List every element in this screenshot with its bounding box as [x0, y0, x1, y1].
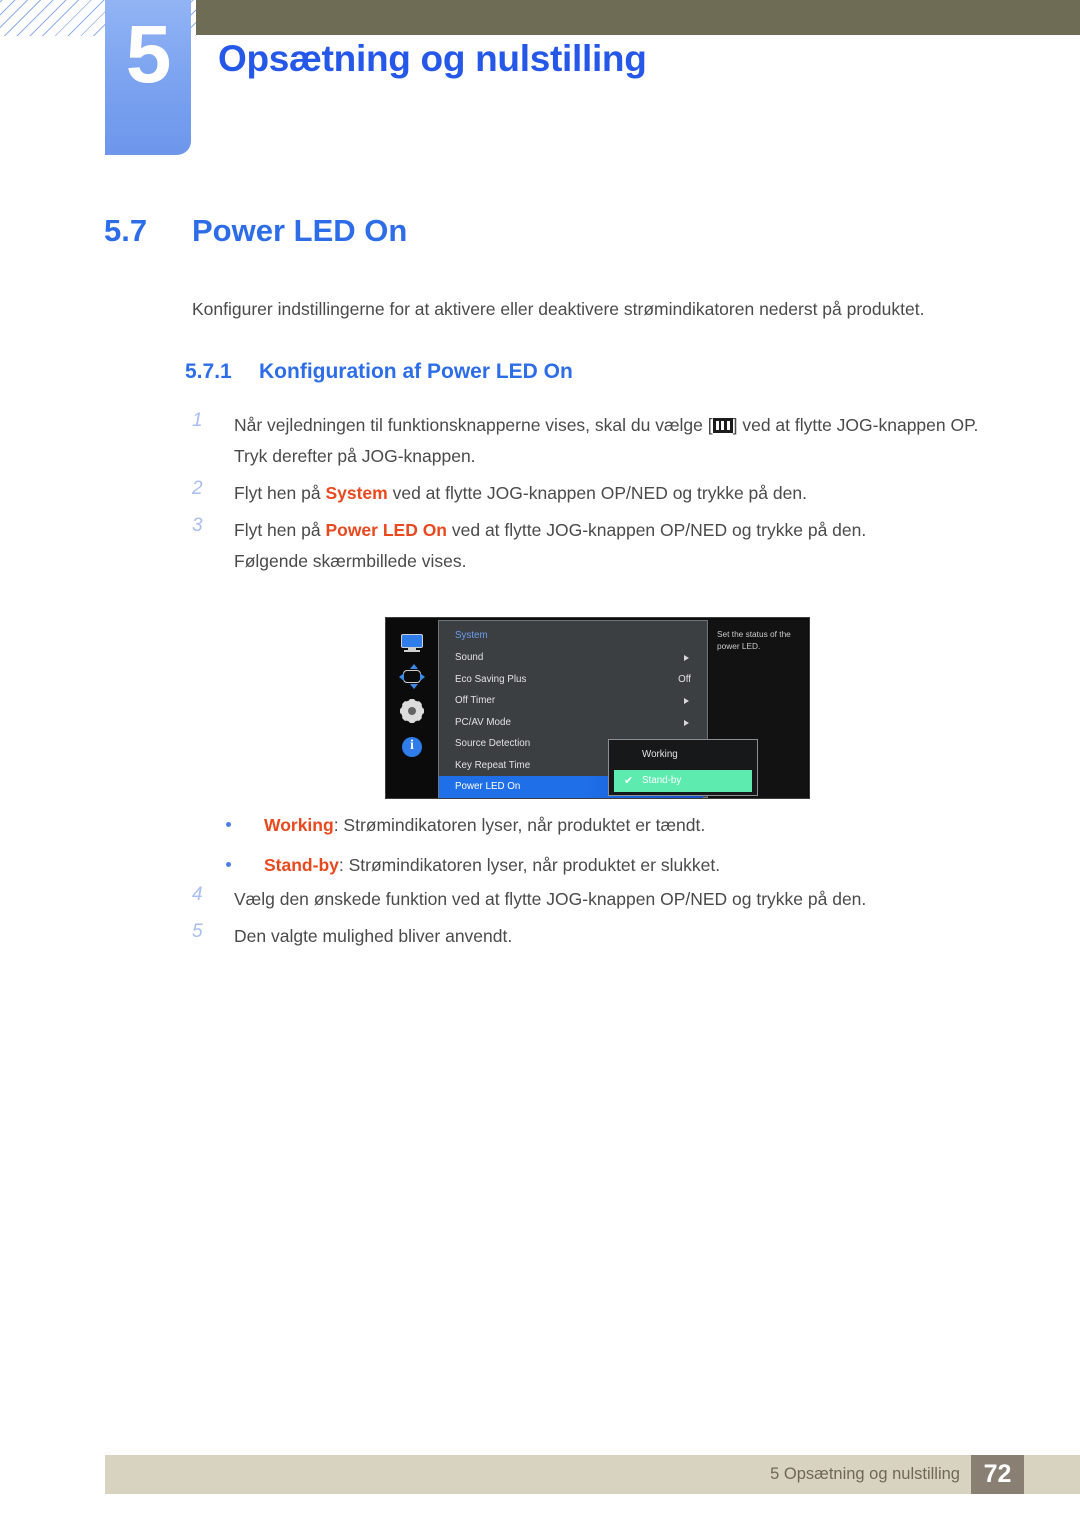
- chapter-number-badge: 5: [105, 0, 191, 155]
- section-intro-text: Konfigurer indstillingerne for at aktive…: [192, 299, 925, 319]
- footer-chapter-label: 5 Opsætning og nulstilling: [770, 1465, 960, 1483]
- section-number: 5.7: [104, 213, 148, 248]
- step-item: 2 Flyt hen på System ved at flytte JOG-k…: [192, 478, 992, 509]
- step-item: 3 Flyt hen på Power LED On ved at flytte…: [192, 515, 992, 577]
- osd-menu-item-pc-av-mode[interactable]: PC/AV Mode: [439, 712, 707, 734]
- step-text-after: ved at flytte JOG-knappen OP/NED og tryk…: [387, 483, 807, 503]
- step-continuation: Tryk derefter på JOG-knappen.: [234, 446, 476, 466]
- osd-item-value: Off: [678, 673, 691, 685]
- bullet-keyword: Stand-by: [264, 855, 339, 875]
- osd-menu-item-off-timer[interactable]: Off Timer: [439, 690, 707, 712]
- step-text-after: ved at flytte JOG-knappen OP/NED og tryk…: [447, 520, 867, 540]
- info-icon[interactable]: i: [399, 734, 425, 760]
- step-marker: 1: [192, 410, 203, 431]
- step-text: Flyt hen på Power LED On ved at flytte J…: [234, 520, 866, 540]
- steps-list-top: 1 Når vejledningen til funktionsknappern…: [192, 410, 992, 583]
- steps-list-bottom: 4 Vælg den ønskede funktion ved at flytt…: [192, 884, 992, 958]
- osd-menu-title: System: [455, 630, 488, 641]
- step-marker: 4: [192, 884, 203, 905]
- osd-item-label: PC/AV Mode: [455, 716, 511, 728]
- subsection-title: 5.7.1 Konfiguration af Power LED On: [185, 360, 573, 384]
- chevron-right-icon: [684, 655, 689, 661]
- gear-icon[interactable]: [399, 698, 425, 724]
- step-item: 5 Den valgte mulighed bliver anvendt.: [192, 921, 992, 952]
- step-text: Når vejledningen til funktionsknapperne …: [234, 415, 978, 435]
- step-marker: 5: [192, 921, 203, 942]
- chevron-right-icon: [684, 719, 689, 726]
- step-text-after: ] ved at flytte JOG-knappen OP.: [732, 415, 979, 435]
- step-text-before: Flyt hen på: [234, 520, 326, 540]
- resize-arrows-icon[interactable]: [399, 664, 425, 690]
- bullet-keyword: Working: [264, 815, 334, 835]
- chapter-header: 5 Opsætning og nulstilling: [0, 0, 1080, 160]
- step-text-before: Når vejledningen til funktionsknapperne …: [234, 415, 713, 435]
- page-title: 5.7 Power LED On: [104, 213, 407, 249]
- section-title: Power LED On: [192, 213, 408, 248]
- subsection-label: Konfiguration af Power LED On: [259, 360, 573, 383]
- list-item: Working: Strømindikatoren lyser, når pro…: [222, 812, 982, 838]
- step-text: Vælg den ønskede funktion ved at flytte …: [234, 889, 867, 909]
- step-keyword: Power LED On: [325, 520, 447, 540]
- osd-screenshot: i System Sound Eco Saving Plus Off Off T…: [385, 617, 810, 799]
- step-marker: 3: [192, 515, 203, 536]
- step-continuation: Følgende skærmbillede vises.: [234, 551, 467, 571]
- osd-menu-item-sound[interactable]: Sound: [439, 647, 707, 669]
- chapter-title: Opsætning og nulstilling: [218, 38, 647, 79]
- bullet-text: : Strømindikatoren lyser, når produktet …: [338, 855, 721, 875]
- bullet-dot-icon: [226, 822, 231, 827]
- osd-item-label: Sound: [455, 652, 484, 663]
- osd-submenu-power-led-on: Working ✔ Stand-by: [608, 739, 758, 796]
- osd-sidebar: i: [386, 618, 438, 798]
- step-marker: 2: [192, 478, 203, 499]
- step-item: 4 Vælg den ønskede funktion ved at flytt…: [192, 884, 992, 915]
- osd-item-label: Power LED On: [455, 781, 521, 792]
- list-item: Stand-by: Strømindikatoren lyser, når pr…: [222, 852, 982, 878]
- bullet-dot-icon: [226, 862, 231, 867]
- osd-item-label: Off Timer: [455, 695, 496, 706]
- step-text-before: Flyt hen på: [234, 483, 326, 503]
- osd-item-label: Eco Saving Plus: [455, 673, 527, 685]
- monitor-icon[interactable]: [399, 630, 425, 656]
- step-keyword: System: [325, 483, 388, 503]
- subsection-number: 5.7.1: [185, 360, 232, 383]
- page-footer: 5 Opsætning og nulstilling 72: [105, 1455, 1080, 1494]
- osd-submenu-label: Stand-by: [642, 775, 682, 786]
- olive-header-bar: [196, 0, 1080, 35]
- osd-submenu-option-stand-by[interactable]: ✔ Stand-by: [614, 770, 752, 792]
- bullet-text: : Strømindikatoren lyser, når produktet …: [333, 815, 706, 835]
- step-item: 1 Når vejledningen til funktionsknappern…: [192, 410, 992, 472]
- chevron-right-icon: [684, 698, 689, 704]
- osd-item-label: Source Detection: [455, 738, 531, 749]
- chapter-number: 5: [125, 9, 172, 100]
- osd-item-label: Key Repeat Time: [455, 759, 531, 771]
- bullet-list: Working: Strømindikatoren lyser, når pro…: [222, 812, 982, 892]
- osd-menu-item-eco-saving-plus[interactable]: Eco Saving Plus Off: [439, 669, 707, 691]
- osd-submenu-option-working[interactable]: Working: [614, 744, 752, 766]
- osd-submenu-label: Working: [642, 749, 678, 760]
- step-text: Den valgte mulighed bliver anvendt.: [234, 926, 513, 946]
- menu-glyph-icon: [712, 418, 733, 433]
- check-icon: ✔: [624, 775, 634, 787]
- step-text: Flyt hen på System ved at flytte JOG-kna…: [234, 483, 807, 503]
- page-number: 72: [971, 1455, 1024, 1494]
